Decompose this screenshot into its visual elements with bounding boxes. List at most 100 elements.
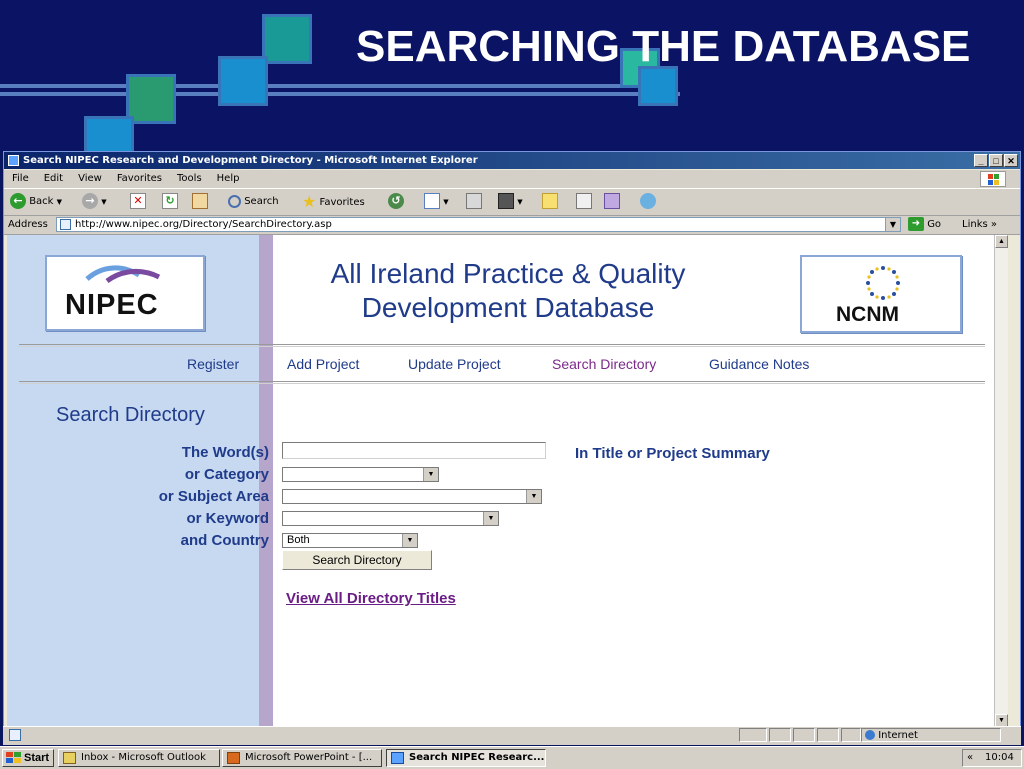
decorative-line: [0, 92, 680, 96]
forward-button[interactable]: → ▼: [82, 193, 107, 211]
go-label: Go: [927, 219, 942, 230]
messenger-icon: [640, 193, 656, 209]
system-tray: « 10:04: [962, 749, 1022, 767]
ncnm-logo[interactable]: NCNM: [800, 255, 962, 333]
close-button[interactable]: ✕: [1004, 154, 1018, 167]
stop-button[interactable]: ✕: [130, 193, 146, 211]
edit-button[interactable]: ▼: [498, 193, 523, 211]
back-label: Back: [29, 196, 54, 207]
minimize-button[interactable]: _: [974, 154, 988, 167]
star-icon: ★: [302, 192, 317, 211]
chevron-down-icon: ▼: [483, 512, 498, 525]
subject-select[interactable]: ▼: [282, 489, 542, 504]
status-cell: [769, 728, 791, 742]
edit-icon: [498, 193, 514, 209]
links-button[interactable]: Links »: [962, 216, 997, 234]
history-icon: ↺: [388, 193, 404, 209]
menu-tools[interactable]: Tools: [177, 173, 202, 184]
favorites-button[interactable]: ★ Favorites: [302, 193, 365, 211]
slide-title: SEARCHING THE DATABASE: [356, 22, 971, 71]
media-icon: [604, 193, 620, 209]
nav-add-project[interactable]: Add Project: [287, 356, 359, 372]
view-all-titles-link[interactable]: View All Directory Titles: [286, 590, 456, 607]
task-powerpoint-label: Microsoft PowerPoint - [...: [245, 752, 373, 763]
country-select[interactable]: Both ▼: [282, 533, 418, 548]
discuss-button[interactable]: [542, 193, 558, 211]
page-status-icon: [9, 729, 21, 741]
task-internet-explorer[interactable]: Search NIPEC Researc...: [386, 749, 546, 767]
window-titlebar[interactable]: Search NIPEC Research and Development Di…: [4, 152, 1020, 169]
menu-edit[interactable]: Edit: [44, 173, 63, 184]
document-icon: [576, 193, 592, 209]
go-button[interactable]: ➜ Go: [908, 217, 941, 233]
status-bar: Internet: [3, 726, 1021, 745]
vertical-scrollbar[interactable]: ▲ ▼: [994, 235, 1008, 727]
task-ie-label: Search NIPEC Researc...: [409, 752, 545, 763]
forward-arrow-icon: →: [82, 193, 98, 209]
maximize-button[interactable]: □: [989, 154, 1003, 167]
page-icon: [60, 219, 71, 230]
nav-register[interactable]: Register: [187, 356, 239, 372]
browser-window: Search NIPEC Research and Development Di…: [3, 151, 1021, 744]
menu-file[interactable]: File: [12, 173, 29, 184]
windows-flag-icon: [6, 752, 21, 763]
task-powerpoint[interactable]: Microsoft PowerPoint - [...: [222, 749, 382, 767]
address-url: http://www.nipec.org/Directory/SearchDir…: [75, 219, 332, 230]
nav-guidance-notes[interactable]: Guidance Notes: [709, 356, 809, 372]
address-dropdown-icon[interactable]: ▼: [885, 218, 900, 231]
back-button[interactable]: ← Back ▼: [10, 193, 62, 211]
menu-bar: File Edit View Favorites Tools Help: [4, 170, 1020, 189]
page-title-line2: Development Database: [361, 292, 655, 323]
nav-search-directory[interactable]: Search Directory: [552, 356, 656, 372]
keyword-select[interactable]: ▼: [282, 511, 499, 526]
outlook-icon: [63, 752, 76, 764]
history-button[interactable]: ↺: [388, 193, 404, 211]
status-cell: [817, 728, 839, 742]
search-icon: [228, 194, 241, 208]
nipec-logo[interactable]: NIPEC: [45, 255, 205, 331]
menu-favorites[interactable]: Favorites: [117, 173, 162, 184]
in-title-label: In Title or Project Summary: [575, 445, 770, 462]
words-input[interactable]: [282, 442, 546, 459]
nav-update-project[interactable]: Update Project: [408, 356, 501, 372]
print-button[interactable]: [466, 193, 482, 211]
powerpoint-icon: [227, 752, 240, 764]
decorative-square: [262, 14, 312, 64]
start-label: Start: [24, 752, 50, 764]
nipec-logo-text: NIPEC: [65, 289, 159, 321]
divider: [19, 346, 985, 347]
ie-icon: [8, 155, 19, 166]
window-title: Search NIPEC Research and Development Di…: [23, 155, 478, 166]
chevron-down-icon: ▼: [402, 534, 417, 547]
menu-view[interactable]: View: [78, 173, 102, 184]
scroll-up-icon[interactable]: ▲: [995, 235, 1008, 248]
media-button[interactable]: [604, 193, 620, 211]
words-label: The Word(s): [181, 444, 269, 461]
menu-help[interactable]: Help: [217, 173, 240, 184]
decorative-square: [218, 56, 268, 106]
mail-button[interactable]: ▼: [424, 193, 449, 211]
status-cell: [841, 728, 861, 742]
address-input[interactable]: http://www.nipec.org/Directory/SearchDir…: [56, 217, 901, 232]
stop-icon: ✕: [130, 193, 146, 209]
messenger-button[interactable]: [640, 193, 656, 211]
category-select[interactable]: ▼: [282, 467, 439, 482]
refresh-button[interactable]: ↻: [162, 193, 178, 211]
search-directory-button[interactable]: Search Directory: [282, 550, 432, 570]
stars-circle-icon: [866, 266, 900, 300]
standard-toolbar: ← Back ▼ → ▼ ✕ ↻ Search ★ Favorites ↺ ▼: [4, 189, 1020, 216]
page-title: All Ireland Practice & Quality Developme…: [273, 257, 743, 325]
research-button[interactable]: [576, 193, 592, 211]
address-bar: Address http://www.nipec.org/Directory/S…: [4, 216, 1020, 235]
decorative-square: [638, 66, 678, 106]
search-button[interactable]: Search: [228, 193, 279, 211]
home-button[interactable]: [192, 193, 208, 211]
hands-logo-icon: [85, 265, 161, 284]
internet-zone: Internet: [865, 728, 918, 744]
start-button[interactable]: Start: [2, 749, 54, 767]
tray-expand-icon[interactable]: «: [967, 750, 973, 766]
page-content: NIPEC All Ireland Practice & Quality Dev…: [7, 235, 995, 727]
ncnm-logo-text: NCNM: [836, 303, 899, 326]
task-outlook[interactable]: Inbox - Microsoft Outlook: [58, 749, 220, 767]
window-controls: _ □ ✕: [973, 153, 1018, 170]
